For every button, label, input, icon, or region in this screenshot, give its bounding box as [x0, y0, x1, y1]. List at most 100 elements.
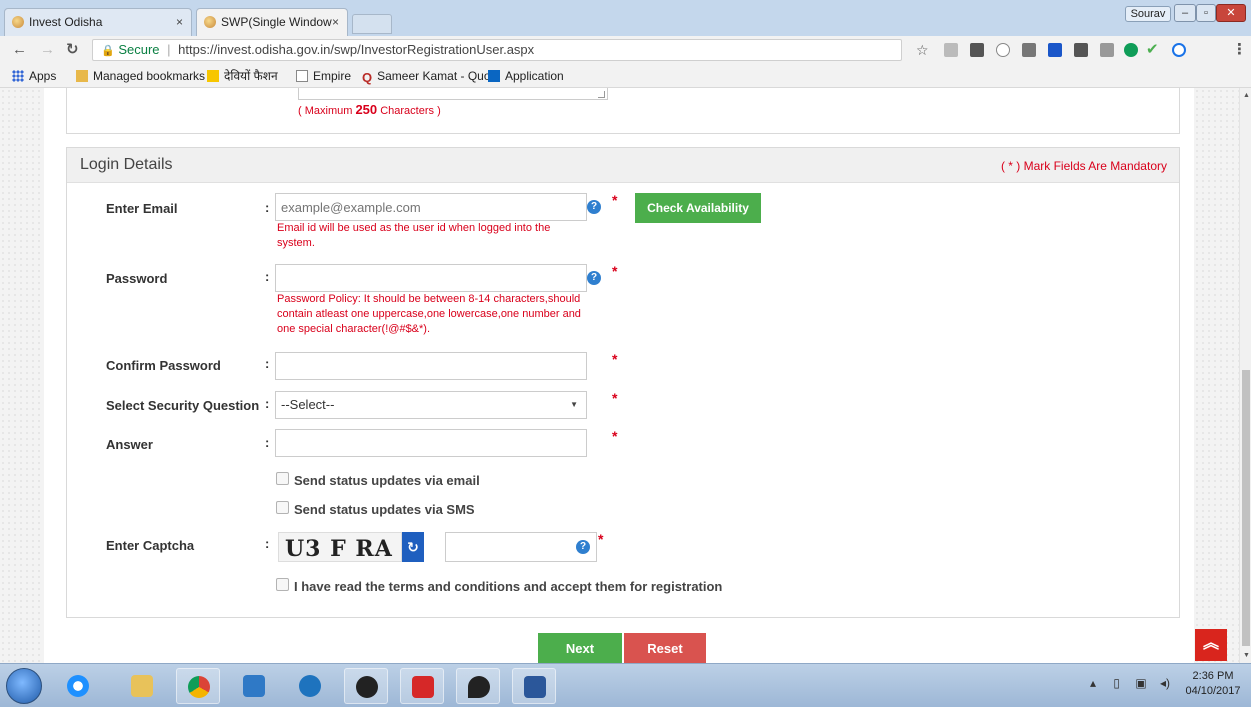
tab-invest-odisha[interactable]: Invest Odisha ×	[4, 8, 192, 36]
new-tab-button[interactable]	[352, 14, 392, 34]
tab-close-icon[interactable]: ×	[176, 9, 183, 35]
required-mark: *	[612, 351, 618, 367]
password-label: Password	[106, 271, 168, 286]
back-arrow-icon[interactable]: ←	[12, 41, 27, 59]
captcha-image: U3 F RA	[278, 532, 402, 562]
next-button[interactable]: Next	[538, 633, 622, 663]
reload-icon[interactable]: ↻	[66, 41, 79, 59]
email-input[interactable]	[275, 193, 587, 221]
divider: |	[167, 42, 171, 57]
gmail-extension-icon[interactable]	[1022, 43, 1036, 57]
vertical-scrollbar[interactable]: ▲ ▼	[1239, 88, 1251, 663]
sms-updates-label: Send status updates via SMS	[294, 502, 475, 517]
minimize-button[interactable]: –	[1174, 4, 1196, 22]
scroll-to-top-icon[interactable]: ︽	[1195, 629, 1227, 661]
bookmark-sameer-kamat[interactable]: Q Sameer Kamat - Quo	[362, 68, 491, 85]
network-icon[interactable]: ▣	[1135, 676, 1146, 690]
bookmark-deviyon-fashion[interactable]: देवियों फैशन	[207, 68, 278, 84]
folder-icon	[76, 70, 88, 82]
email-updates-checkbox[interactable]	[276, 472, 289, 485]
scroll-up-arrow-icon[interactable]: ▲	[1243, 92, 1250, 99]
forward-arrow-icon[interactable]: →	[40, 41, 55, 59]
extension-icon[interactable]	[944, 43, 958, 57]
pdf-reader-icon[interactable]	[344, 668, 388, 704]
address-bar[interactable]: 🔒 Secure | https://invest.odisha.gov.in/…	[92, 39, 902, 61]
check-availability-button[interactable]: Check Availability	[635, 193, 761, 223]
bookmark-empire[interactable]: Empire	[296, 68, 351, 84]
bookmark-label: Application	[505, 69, 564, 83]
colon: :	[265, 396, 270, 411]
internet-explorer-icon[interactable]	[56, 668, 100, 704]
email-help-icon[interactable]: ?	[587, 200, 601, 214]
colon: :	[265, 356, 270, 371]
bookmark-star-icon[interactable]: ☆	[916, 41, 929, 59]
taskbar-clock[interactable]: 2:36 PM 04/10/2017	[1180, 669, 1246, 699]
terms-label: I have read the terms and conditions and…	[294, 579, 723, 594]
captcha-input[interactable]	[445, 532, 597, 562]
clock-time: 2:36 PM	[1192, 670, 1234, 682]
scrollbar-thumb[interactable]	[1242, 370, 1250, 646]
captcha-text: U3 F RA	[285, 536, 393, 562]
close-window-button[interactable]: ✕	[1216, 4, 1246, 22]
word-icon[interactable]	[512, 668, 556, 704]
captcha-label: Enter Captcha	[106, 538, 195, 553]
captcha-help-icon[interactable]: ?	[576, 540, 590, 554]
flipkart-icon	[207, 70, 219, 82]
browser-toolbar: ← → ↻ 🔒 Secure | https://invest.odisha.g…	[0, 36, 1251, 64]
description-textarea[interactable]	[298, 88, 608, 100]
file-explorer-icon[interactable]	[120, 668, 164, 704]
confirm-password-input[interactable]	[275, 352, 587, 380]
extension-icon[interactable]	[1100, 43, 1114, 57]
required-mark: *	[598, 531, 604, 547]
security-question-select[interactable]: --Select-- ▼	[275, 391, 587, 419]
maximize-button[interactable]: ▫	[1196, 4, 1216, 22]
windows-taskbar: ▴ ▯ ▣ ◂) 2:36 PM 04/10/2017	[0, 663, 1251, 707]
volume-icon[interactable]: ◂)	[1160, 676, 1170, 690]
tab-close-icon[interactable]: ×	[332, 9, 339, 35]
scroll-down-arrow-icon[interactable]: ▼	[1243, 652, 1250, 659]
security-indicator: Secure	[118, 42, 160, 57]
panel-title: Login Details	[80, 156, 173, 173]
site-favicon-icon	[204, 16, 216, 28]
bookmark-managed[interactable]: Managed bookmarks	[76, 68, 205, 84]
bookmark-apps[interactable]: Apps	[12, 68, 56, 84]
answer-input[interactable]	[275, 429, 587, 457]
colon: :	[265, 536, 270, 551]
extension-icon[interactable]	[1124, 43, 1138, 57]
tab-swp[interactable]: SWP(Single Window Port ×	[196, 8, 348, 55]
start-button-icon[interactable]	[6, 668, 42, 704]
contacts-icon[interactable]	[288, 668, 332, 704]
colon: :	[265, 200, 270, 215]
extension-icon[interactable]	[1074, 43, 1088, 57]
url-text: https://invest.odisha.gov.in/swp/Investo…	[178, 42, 535, 57]
security-question-label: Select Security Question	[106, 398, 260, 413]
password-help-icon[interactable]: ?	[587, 271, 601, 285]
extension-icon[interactable]	[996, 43, 1010, 57]
required-mark: *	[612, 428, 618, 444]
profile-button[interactable]: Sourav	[1125, 6, 1171, 22]
captcha-refresh-icon[interactable]: ↻	[402, 532, 424, 562]
sms-updates-checkbox[interactable]	[276, 501, 289, 514]
chrome-icon[interactable]	[176, 668, 220, 704]
extension-icon[interactable]	[970, 43, 984, 57]
required-mark: *	[612, 192, 618, 208]
tab-title: Invest Odisha	[29, 15, 103, 29]
required-mark: *	[612, 390, 618, 406]
terms-checkbox[interactable]	[276, 578, 289, 591]
extension-icon[interactable]	[1048, 43, 1062, 57]
media-icon[interactable]	[232, 668, 276, 704]
tray-arrow-icon[interactable]: ▴	[1090, 676, 1096, 690]
selected-option: --Select--	[281, 397, 335, 412]
email-label: Enter Email	[106, 201, 178, 216]
checkmark-extension-icon[interactable]: ✔	[1146, 41, 1159, 59]
location-icon[interactable]	[456, 668, 500, 704]
reset-button[interactable]: Reset	[624, 633, 706, 663]
acrobat-icon[interactable]	[400, 668, 444, 704]
password-input[interactable]	[275, 264, 587, 292]
tray-device-icon[interactable]: ▯	[1113, 676, 1120, 690]
page-content: ( Maximum 250 Characters ) Login Details…	[44, 88, 1194, 663]
menu-kebab-icon[interactable]: ⋮	[1232, 41, 1247, 59]
mandatory-note: ( * ) Mark Fields Are Mandatory	[1000, 159, 1167, 173]
extension-icon[interactable]	[1172, 43, 1186, 57]
bookmark-application[interactable]: Application	[488, 68, 564, 84]
